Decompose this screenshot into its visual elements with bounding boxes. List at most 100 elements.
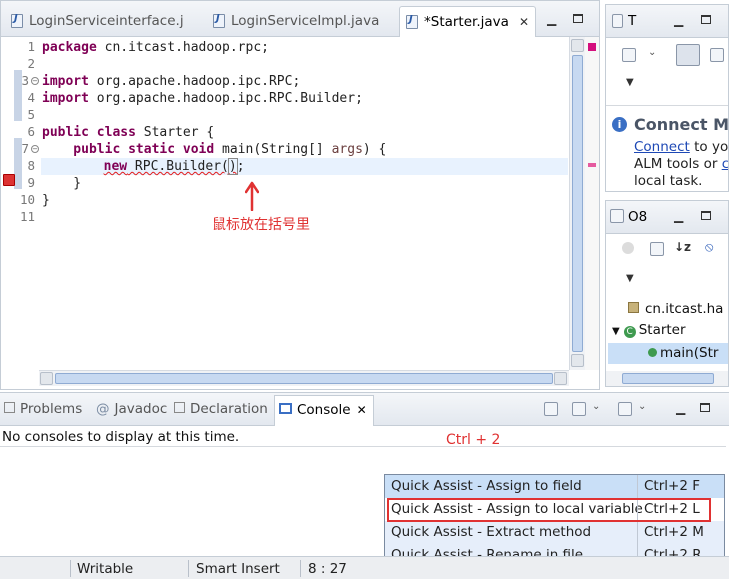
console-icon [279, 403, 292, 414]
quick-assist-item[interactable]: Quick Assist - Extract method Ctrl+2 M [385, 521, 724, 544]
line-number-gutter: 1 2 3 − 4 5 6 7 − 8 9 10 11 [1, 37, 39, 370]
declaration-icon [174, 402, 185, 413]
tab-login-service-interface[interactable]: LoginServiceinterface.j [5, 7, 190, 35]
tree-item-package[interactable]: cn.itcast.ha [628, 301, 723, 317]
code-line: package cn.itcast.hadoop.rpc; [42, 39, 269, 56]
sort-icon[interactable]: ↓z [674, 240, 691, 254]
code-text: org.apache.hadoop.ipc.RPC.Builder; [88, 91, 363, 106]
tab-login-service-impl[interactable]: LoginServiceImpl.java [207, 7, 385, 35]
view-menu-icon[interactable]: ▼ [626, 273, 634, 284]
scroll-down-button[interactable] [571, 354, 584, 367]
expand-icon[interactable]: ▼ [612, 326, 620, 337]
change-marker [14, 87, 22, 104]
line-number: 3 [21, 73, 29, 88]
info-icon: i [612, 117, 627, 132]
line-number: 9 [27, 175, 35, 190]
error-overview-icon[interactable] [588, 43, 596, 51]
collapse-all-icon[interactable] [650, 242, 664, 256]
outline-view: Ο8 ▁ ↓z ⦸ ▼ cn.itcast.ha ▼ C Starter main(… [605, 200, 729, 387]
tab-label: Problems [20, 401, 83, 417]
tab-task-list[interactable]: T [628, 13, 636, 29]
code-line: } [42, 175, 81, 192]
bottom-tab-bar: Problems @ Javadoc Declaration Console ✕ ⌄… [0, 393, 729, 426]
code-editor[interactable]: package cn.itcast.hadoop.rpc; import org… [41, 37, 569, 370]
maximize-icon[interactable] [700, 401, 710, 415]
code-line: import org.apache.hadoop.ipc.RPC.Builder… [42, 90, 363, 107]
tree-item-method[interactable]: main(Str [608, 343, 728, 364]
connect-link[interactable]: Connect [634, 139, 690, 155]
code-text: cn.itcast.hadoop.rpc; [96, 40, 269, 55]
cursor-position: 8 : 27 [308, 561, 347, 577]
minimize-icon[interactable]: ▁ [547, 12, 556, 26]
error-icon[interactable] [3, 174, 15, 186]
item-label: Quick Assist - Extract method [391, 524, 592, 540]
chevron-down-icon[interactable]: ⌄ [592, 401, 600, 412]
scheduled-icon[interactable] [710, 48, 724, 62]
text: to yo [689, 139, 729, 155]
line-number: 6 [27, 124, 35, 139]
tab-label: LoginServiceinterface.j [29, 13, 184, 29]
code-text: ) { [362, 142, 387, 157]
scroll-right-button[interactable] [554, 372, 567, 385]
change-marker [14, 104, 22, 121]
close-icon[interactable]: ✕ [357, 403, 367, 417]
open-console-icon[interactable] [618, 402, 632, 416]
tab-declaration[interactable]: Declaration [174, 401, 268, 417]
new-task-icon[interactable] [622, 48, 636, 62]
horizontal-scrollbar[interactable] [606, 371, 728, 386]
minimize-icon[interactable]: ▁ [676, 401, 685, 415]
pin-console-icon[interactable] [544, 402, 558, 416]
tab-problems[interactable]: Problems [4, 401, 82, 417]
tab-console[interactable]: Console ✕ [274, 395, 374, 426]
line-number: 7 [21, 141, 29, 156]
maximize-icon[interactable] [701, 209, 711, 223]
tab-label: *Starter.java [424, 14, 509, 30]
maximize-icon[interactable] [701, 13, 711, 27]
chevron-down-icon[interactable]: ⌄ [648, 47, 656, 58]
tree-item-class[interactable]: ▼ C Starter [612, 322, 686, 338]
class-icon: C [623, 326, 636, 338]
tab-outline[interactable]: Ο8 [628, 209, 647, 225]
method-icon [648, 348, 657, 357]
categorized-icon[interactable] [676, 44, 700, 66]
tab-label: Declaration [190, 401, 268, 417]
tab-javadoc[interactable]: @ Javadoc [96, 401, 167, 417]
task-list-view: T ▁ ⌄ ▼ i Connect M Connect to yo ALM to… [605, 4, 729, 192]
horizontal-scrollbar[interactable] [39, 370, 569, 386]
close-icon[interactable]: ✕ [519, 15, 529, 29]
minimize-icon[interactable]: ▁ [674, 209, 683, 223]
scroll-thumb[interactable] [55, 373, 553, 384]
vertical-scrollbar[interactable] [569, 37, 585, 370]
tab-starter[interactable]: *Starter.java ✕ [399, 6, 536, 37]
scroll-up-button[interactable] [571, 39, 584, 52]
javadoc-icon: @ [96, 401, 110, 417]
quick-assist-item[interactable]: Quick Assist - Assign to field Ctrl+2 F [385, 475, 724, 498]
overview-ruler[interactable] [585, 37, 599, 370]
chevron-down-icon[interactable]: ⌄ [638, 401, 646, 412]
maximize-icon[interactable] [573, 12, 583, 26]
hide-fields-icon[interactable] [622, 242, 634, 254]
problems-icon [4, 402, 15, 413]
hide-static-icon[interactable]: ⦸ [705, 240, 713, 255]
annotation-text: Ctrl + 2 [446, 432, 501, 448]
view-menu-icon[interactable]: ▼ [626, 77, 634, 88]
keyword: import [42, 91, 89, 106]
scroll-thumb[interactable] [622, 373, 714, 384]
tree-label: cn.itcast.ha [645, 301, 724, 317]
error-marker[interactable] [588, 163, 596, 167]
item-shortcut: Ctrl+2 F [644, 478, 700, 494]
scroll-thumb[interactable] [572, 55, 583, 352]
view-tab-bar: T ▁ [606, 5, 728, 38]
display-console-icon[interactable] [572, 402, 586, 416]
fold-minus-icon[interactable]: − [31, 145, 39, 153]
minimize-icon[interactable]: ▁ [674, 13, 683, 27]
fold-minus-icon[interactable]: − [31, 77, 39, 85]
console-message: No consoles to display at this time. [2, 429, 240, 445]
code-text: Starter { [135, 125, 215, 140]
scroll-left-button[interactable] [40, 372, 53, 385]
line-number: 5 [27, 107, 35, 122]
tree-label: main(Str [660, 345, 719, 361]
link[interactable]: c [722, 156, 728, 172]
highlight-box [387, 498, 711, 522]
